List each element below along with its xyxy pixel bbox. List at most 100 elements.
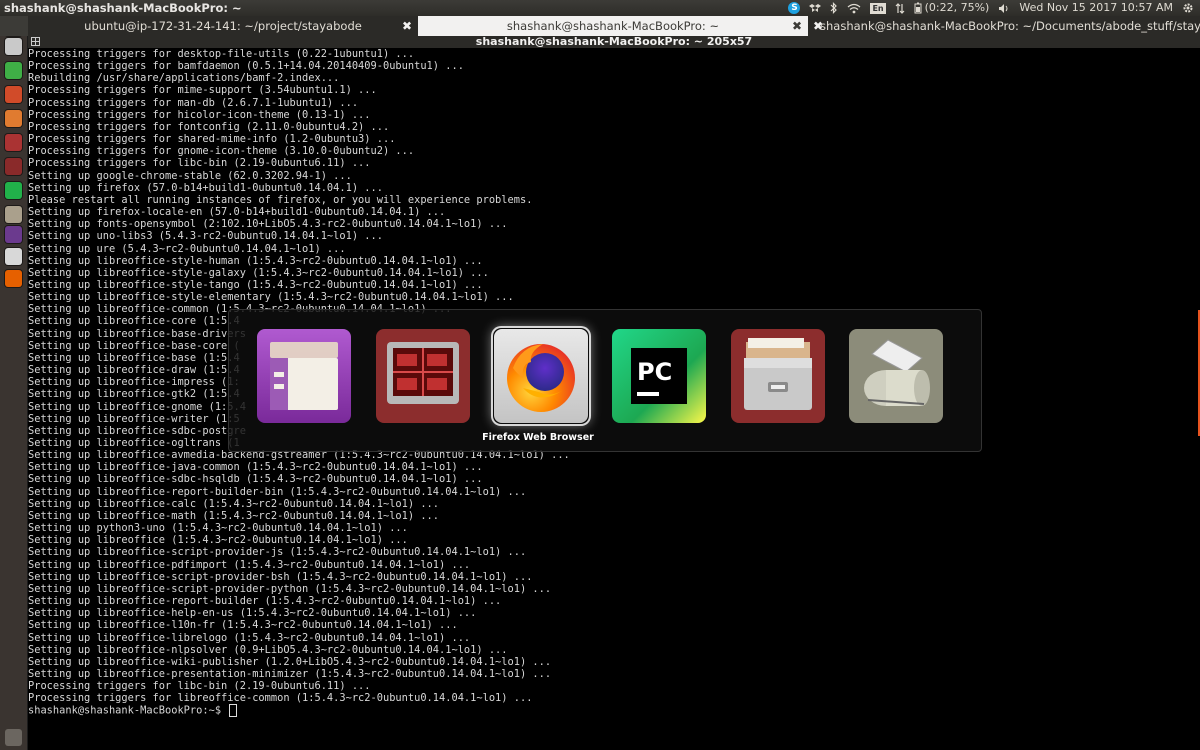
panel-window-title: shashank@shashank-MacBookPro: ~ — [4, 1, 242, 15]
terminal-line: Processing triggers for shared-mime-info… — [28, 133, 396, 146]
terminal-prompt: shashank@shashank-MacBookPro:~$ — [28, 704, 228, 717]
terminal-line: Processing triggers for libc-bin (2.19-0… — [28, 680, 371, 693]
keyboard-layout-indicator[interactable]: En — [870, 2, 886, 14]
terminal-tab-bar: ubuntu@ip-172-31-24-141: ~/project/staya… — [0, 16, 1200, 36]
terminal-line: Setting up libreoffice-style-elementary … — [28, 291, 514, 304]
libreoffice-impress-icon[interactable] — [5, 86, 22, 103]
switcher-item-printer[interactable] — [848, 328, 944, 424]
terminal-line: Processing triggers for man-db (2.6.7.1-… — [28, 96, 359, 109]
launcher — [0, 16, 28, 750]
indicator-area: S En (0:22, 75%) Wed Nov 15 2017 10:57 A… — [788, 0, 1194, 16]
terminal-line: Setting up libreoffice-style-galaxy (1:5… — [28, 266, 489, 279]
printer-icon — [849, 329, 943, 423]
volume-icon[interactable] — [998, 3, 1010, 14]
software-center-icon[interactable] — [5, 110, 22, 127]
sort-icon[interactable] — [895, 2, 905, 14]
terminal-cursor — [229, 704, 238, 718]
terminal-prompt-line[interactable]: shashank@shashank-MacBookPro:~$ — [28, 704, 1200, 718]
switcher-item-archive-manager[interactable] — [730, 328, 826, 424]
files-icon — [257, 329, 351, 423]
terminal-line: Please restart all running instances of … — [28, 193, 533, 206]
bluetooth-icon[interactable] — [830, 2, 838, 14]
archive-icon — [731, 329, 825, 423]
switcher-item-pycharm[interactable]: PC — [611, 328, 707, 424]
terminal-line: Processing triggers for desktop-file-uti… — [28, 48, 415, 60]
terminal-line: Processing triggers for fontconfig (2.11… — [28, 120, 390, 133]
terminal-line: Setting up libreoffice-style-tango (1:5.… — [28, 278, 483, 291]
terminal-line: Setting up libreoffice-script-provider-b… — [28, 570, 533, 583]
terminal-line: Setting up firefox (57.0-b14+build1-0ubu… — [28, 181, 383, 194]
system-monitor-icon — [376, 329, 470, 423]
firefox-icon — [494, 329, 588, 423]
terminal-line: Setting up libreoffice-pdfimport (1:5.4.… — [28, 558, 471, 571]
terminal-line: Setting up fonts-opensymbol (2:102.10+Li… — [28, 218, 508, 231]
battery-indicator[interactable]: (0:22, 75%) — [914, 0, 990, 16]
close-icon[interactable]: ✖ — [402, 16, 412, 36]
archive-icon[interactable] — [5, 206, 22, 223]
terminal-line: Processing triggers for libreoffice-comm… — [28, 692, 533, 705]
terminal-line: Processing triggers for libc-bin (2.19-0… — [28, 157, 371, 170]
settings-icon[interactable] — [5, 134, 22, 151]
switcher-item-files[interactable] — [256, 328, 352, 424]
app-switcher: PC Firefox Web Browser — [228, 309, 982, 452]
terminal-line: Setting up libreoffice-l10n-fr (1:5.4.3~… — [28, 619, 458, 632]
pycharm-icon: PC — [612, 329, 706, 423]
terminal-tab-3[interactable]: ✖ shashank@shashank-MacBookPro: ~/Docume… — [808, 16, 1200, 36]
terminal-line: Processing triggers for hicolor-icon-the… — [28, 108, 371, 121]
battery-icon — [914, 2, 922, 14]
wifi-icon[interactable] — [847, 3, 861, 14]
terminal-line: Setting up libreoffice-style-human (1:5.… — [28, 254, 483, 267]
terminal-line: Setting up libreoffice-script-provider-j… — [28, 546, 527, 559]
terminal-line: Rebuilding /usr/share/applications/bamf-… — [28, 72, 340, 85]
files-icon[interactable] — [5, 38, 22, 55]
close-icon[interactable]: ✖ — [813, 16, 823, 36]
switcher-item-system-monitor[interactable] — [375, 328, 471, 424]
grid-icon[interactable] — [31, 37, 40, 46]
terminal-line: Setting up libreoffice-report-builder (1… — [28, 595, 502, 608]
terminal-line: Setting up google-chrome-stable (62.0.32… — [28, 169, 352, 182]
code-editor-icon[interactable] — [5, 226, 22, 243]
terminal-line: Processing triggers for gnome-icon-theme… — [28, 145, 415, 158]
document-viewer-icon[interactable] — [5, 248, 22, 265]
tab-label: shashank@shashank-MacBookPro: ~/Document… — [820, 19, 1200, 33]
tab-label: ubuntu@ip-172-31-24-141: ~/project/staya… — [84, 19, 362, 33]
window-title-bar: shashank@shashank-MacBookPro: ~ 205x57 — [28, 36, 1200, 48]
switcher-selected-label: Firefox Web Browser — [482, 432, 594, 443]
terminal-line: Setting up libreoffice-math (1:5.4.3~rc2… — [28, 509, 440, 522]
tab-label: shashank@shashank-MacBookPro: ~ — [506, 19, 720, 33]
skype-icon[interactable]: S — [788, 2, 801, 14]
switcher-item-firefox[interactable] — [493, 328, 589, 424]
firefox-icon[interactable] — [5, 270, 22, 287]
terminal-line: Setting up libreoffice-calc (1:5.4.3~rc2… — [28, 497, 440, 510]
close-icon[interactable]: ✖ — [792, 16, 802, 36]
terminal-line: Setting up ure (5.4.3~rc2-0ubuntu0.14.04… — [28, 242, 346, 255]
terminal-line: Setting up libreoffice-script-provider-p… — [28, 582, 552, 595]
trash-icon[interactable] — [5, 729, 22, 746]
terminal-line: Setting up libreoffice-java-common (1:5.… — [28, 461, 483, 474]
terminal-line: Setting up libreoffice-sdbc-hsqldb (1:5.… — [28, 473, 483, 486]
terminal-line: Setting up uno-libs3 (5.4.3-rc2-0ubuntu0… — [28, 230, 383, 243]
terminal-line: Setting up libreoffice-report-builder-bi… — [28, 485, 527, 498]
terminal-tab-1[interactable]: ubuntu@ip-172-31-24-141: ~/project/staya… — [28, 16, 418, 36]
terminal-line: Setting up libreoffice-nlpsolver (0.9+Li… — [28, 643, 508, 656]
system-monitor-icon[interactable] — [5, 158, 22, 175]
terminal-line: Setting up libreoffice-presentation-mini… — [28, 667, 552, 680]
terminal-line: Setting up libreoffice-librelogo (1:5.4.… — [28, 631, 471, 644]
terminal-tab-2[interactable]: shashank@shashank-MacBookPro: ~ ✖ — [418, 16, 808, 36]
clock[interactable]: Wed Nov 15 2017 10:57 AM — [1019, 0, 1173, 16]
terminal-line: Setting up libreoffice-help-en-us (1:5.4… — [28, 607, 477, 620]
terminal-line: Setting up libreoffice (1:5.4.3~rc2-0ubu… — [28, 534, 408, 547]
terminal-line: Processing triggers for mime-support (3.… — [28, 84, 377, 97]
libreoffice-calc-icon[interactable] — [5, 62, 22, 79]
terminal-line: Setting up libreoffice-wiki-publisher (1… — [28, 655, 552, 668]
battery-text: (0:22, 75%) — [924, 1, 990, 14]
top-panel: shashank@shashank-MacBookPro: ~ S En (0:… — [0, 0, 1200, 16]
terminal-line: Processing triggers for bamfdaemon (0.5.… — [28, 60, 464, 73]
terminal-line: Setting up python3-uno (1:5.4.3~rc2-0ubu… — [28, 522, 408, 535]
pycharm-icon[interactable] — [5, 182, 22, 199]
dropbox-icon[interactable] — [809, 2, 822, 14]
terminal-line: Setting up firefox-locale-en (57.0-b14+b… — [28, 206, 446, 219]
power-gear-icon[interactable] — [1182, 2, 1194, 14]
window-title: shashank@shashank-MacBookPro: ~ 205x57 — [475, 35, 753, 48]
svg-text:PC: PC — [637, 358, 672, 386]
